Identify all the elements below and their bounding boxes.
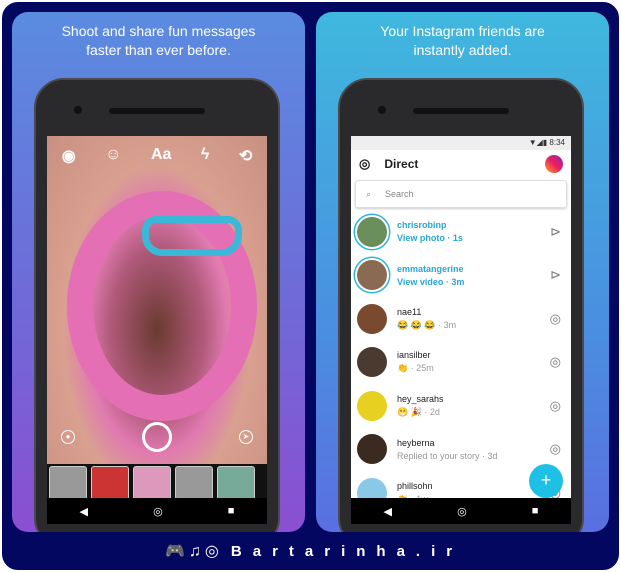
watermark: 🎮♫◎ Bartarinha.ir [165,541,463,561]
filter-option[interactable] [49,466,87,500]
flip-camera-icon[interactable]: ⟲ [239,146,252,166]
recents-icon[interactable]: ■ [532,505,539,517]
status-bar: ▼◢▮ 8:34 [351,136,571,150]
gallery-icon[interactable]: ● [61,430,75,444]
thread-row[interactable]: emmatangerine View video · 3m ⊳ [351,254,571,298]
phone-right: ▼◢▮ 8:34 ◎ Direct ⌕ Search chrisrobinp V… [338,78,584,532]
left-caption: Shoot and share fun messages faster than… [12,22,305,60]
android-navbar: ◀ ◎ ■ [351,498,571,524]
avatar [357,347,387,378]
chevron-right-icon[interactable]: ⊳ [550,224,561,240]
recents-icon[interactable]: ■ [228,505,235,517]
avatar [357,303,387,334]
back-icon[interactable]: ◀ [80,505,88,518]
thread-row[interactable]: hey_sarahs 😁 🎉 · 2d ◎ [351,384,571,428]
back-icon[interactable]: ◀ [384,505,392,518]
watermark-text: Bartarinha.ir [230,542,464,560]
front-camera [74,106,82,114]
thread-name: emmatangerine [397,263,464,274]
thread-name: iansilber [397,350,431,361]
camera-icon: ◎ [204,543,223,560]
caption-line: Shoot and share fun messages [61,23,256,39]
camera-icon[interactable]: ◎ [359,156,370,172]
profile-icon[interactable]: ◉ [62,146,76,166]
filter-option[interactable] [175,466,213,500]
thread-name: chrisrobinp [397,220,447,231]
status-time: 8:34 [549,138,565,147]
caption-line: Your Instagram friends are [380,23,545,39]
right-caption: Your Instagram friends are instantly add… [316,22,609,60]
avatar [357,260,387,291]
speaker [413,108,509,114]
chevron-right-icon[interactable]: ⊳ [550,267,561,283]
camera-icon[interactable]: ◎ [550,441,561,457]
avatar [357,390,387,421]
thread-row[interactable]: heyberna Replied to your story · 3d ◎ [351,428,571,472]
thread-name: hey_sarahs [397,393,444,404]
home-icon[interactable]: ◎ [153,505,163,518]
music-icon: ♫ [188,543,205,560]
camera-screen: ◉ ☺ Aa ϟ ⟲ ● ➤ ◀ ◎ ■ [47,136,267,524]
watermark-icons: 🎮♫◎ [165,541,223,561]
filter-option[interactable] [217,466,255,500]
android-navbar: ◀ ◎ ■ [47,498,267,524]
direct-screen: ▼◢▮ 8:34 ◎ Direct ⌕ Search chrisrobinp V… [351,136,571,524]
caption-line: instantly added. [413,42,512,58]
filter-option[interactable] [133,466,171,500]
thread-row[interactable]: nae11 😂 😂 😂 · 3m ◎ [351,297,571,341]
right-panel: Your Instagram friends are instantly add… [316,12,609,532]
search-input[interactable]: ⌕ Search [355,180,567,208]
left-panel: Shoot and share fun messages faster than… [12,12,305,532]
search-placeholder: Search [385,189,414,199]
thread-name: nae11 [397,306,422,317]
caption-line: faster than ever before. [86,42,231,58]
thread-row[interactable]: iansilber 👏 · 25m ◎ [351,341,571,385]
camera-icon[interactable]: ◎ [550,354,561,370]
shutter-button[interactable] [142,422,172,452]
avatar [357,216,387,247]
glasses-effect [142,216,242,256]
phone-left: ◉ ☺ Aa ϟ ⟲ ● ➤ ◀ ◎ ■ [34,78,280,532]
front-camera [378,106,386,114]
avatar [357,434,387,465]
thread-name: phillsohn [397,480,433,491]
search-icon: ⌕ [366,188,372,199]
speaker [109,108,205,114]
filter-option[interactable] [91,466,129,500]
thread-subtitle: View photo · 1s [397,233,463,244]
thread-subtitle: View video · 3m [397,276,465,287]
thread-name: heyberna [397,437,435,448]
new-message-button[interactable]: + [529,464,563,498]
camera-icon[interactable]: ◎ [550,398,561,414]
thread-subtitle: 😂 😂 😂 · 3m [397,319,457,330]
text-tool-button[interactable]: Aa [151,146,171,166]
send-icon[interactable]: ➤ [239,430,253,444]
gamepad-icon: 🎮 [165,543,189,560]
filter-strip [47,464,267,502]
direct-header: ◎ Direct [351,150,571,178]
page-title: Direct [384,157,419,171]
flash-icon[interactable]: ϟ [201,146,209,166]
thread-row[interactable]: chrisrobinp View photo · 1s ⊳ [351,210,571,254]
instagram-icon[interactable] [545,155,563,173]
thread-subtitle: Replied to your story · 3d [397,450,498,461]
camera-icon[interactable]: ◎ [550,311,561,327]
home-icon[interactable]: ◎ [457,505,467,518]
thread-subtitle: 👏 · 25m [397,363,434,374]
thread-subtitle: 😁 🎉 · 2d [397,406,440,417]
sticker-icon[interactable]: ☺ [105,146,121,166]
